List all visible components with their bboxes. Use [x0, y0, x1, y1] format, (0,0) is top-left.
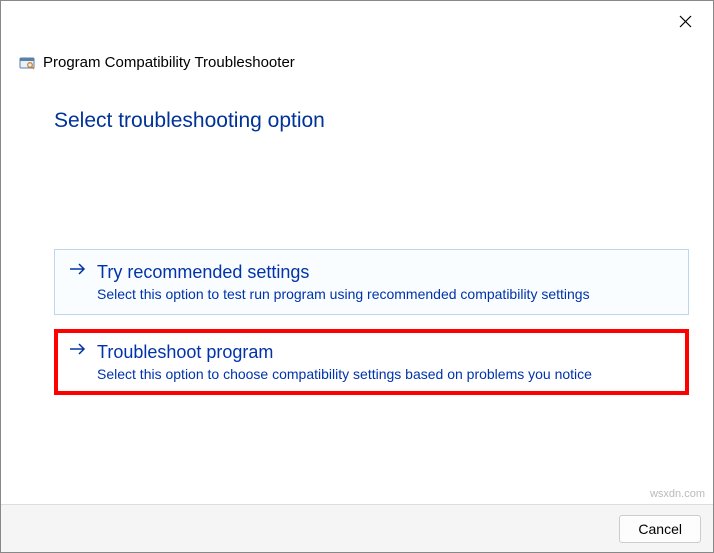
page-heading: Select troubleshooting option: [54, 109, 325, 133]
option-try-recommended[interactable]: Try recommended settings Select this opt…: [54, 249, 689, 315]
options-list: Try recommended settings Select this opt…: [54, 249, 689, 395]
window-header: Program Compatibility Troubleshooter: [19, 54, 295, 71]
troubleshooter-icon: [19, 55, 35, 71]
option-description: Select this option to test run program u…: [97, 286, 590, 302]
option-title: Troubleshoot program: [97, 340, 592, 364]
close-icon: [679, 15, 692, 28]
watermark: wsxdn.com: [650, 488, 705, 500]
dialog-footer: Cancel: [1, 504, 713, 552]
option-title: Try recommended settings: [97, 260, 590, 284]
close-button[interactable]: [675, 11, 695, 31]
window-title: Program Compatibility Troubleshooter: [43, 54, 295, 71]
cancel-button[interactable]: Cancel: [619, 515, 701, 543]
option-description: Select this option to choose compatibili…: [97, 366, 592, 382]
arrow-right-icon: [69, 260, 87, 284]
arrow-right-icon: [69, 340, 87, 364]
option-troubleshoot-program[interactable]: Troubleshoot program Select this option …: [54, 329, 689, 395]
